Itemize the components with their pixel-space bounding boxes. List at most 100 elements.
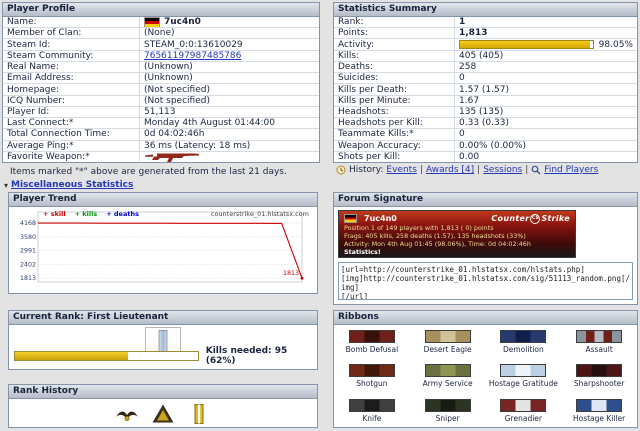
ribbon-item: Hostage Gratitude [486, 359, 562, 393]
player-profile-title: Player Profile [3, 3, 319, 17]
sessions-link[interactable]: Sessions [483, 165, 522, 175]
chart-title: counterstrike_01.hlstatsx.com [211, 210, 309, 218]
field-value: (Unknown) [139, 73, 319, 83]
field-value [139, 152, 319, 162]
table-row: Homepage: (Not specified) [3, 83, 319, 94]
field-value: 7uc4n0 [139, 17, 319, 27]
footnote: Items marked "*" above are generated fro… [10, 167, 287, 177]
field-value: (Not specified) [139, 84, 319, 94]
statistics-summary-title: Statistics Summary [334, 3, 637, 17]
ribbon-image [500, 330, 546, 343]
table-row: Steam Id: STEAM_0:0:13610029 [3, 38, 319, 49]
separator: | [420, 165, 423, 175]
ribbon-label: Hostage Killer [573, 414, 625, 423]
ribbon-item: Shotgun [334, 359, 410, 393]
table-row: Email Address: (Unknown) [3, 72, 319, 83]
chart-legend: + skill+ kills+ deaths [43, 210, 139, 218]
german-flag-icon [144, 17, 160, 27]
find-players-link[interactable]: Find Players [544, 165, 598, 175]
field-label: Favorite Weapon:* [3, 152, 139, 162]
current-rank-panel: Current Rank: First Lieutenant Kills nee… [8, 310, 318, 370]
separator: | [477, 165, 480, 175]
field-value: STEAM_0:0:13610029 [139, 39, 319, 49]
ribbon-item: Demolition [486, 325, 562, 359]
history-links-bar: History: Events | Awards [4] | Sessions … [336, 165, 598, 175]
table-row: Total Connection Time: 0d 04:02:46h [3, 128, 319, 139]
ribbons-title: Ribbons [334, 311, 637, 325]
statistics-table: Rank: 1 Points: 1,813 Activity: 98.05% K… [334, 17, 637, 162]
signature-line: Frags: 405 kills, 258 deaths (1.57), 135… [344, 232, 570, 240]
table-row: Activity: 98.05% [334, 38, 637, 49]
activity-progress-bar [459, 40, 594, 49]
kills-progress-bar [14, 351, 199, 361]
svg-text:1813: 1813 [20, 275, 36, 282]
signature-line: Position 1 of 149 players with 1,813 ( 0… [344, 224, 570, 232]
kills-needed-label: Kills needed: 95 (62%) [206, 346, 317, 366]
field-value: Monday 4th August 01:44:00 [139, 118, 319, 128]
legend-entry: + skill [43, 210, 66, 218]
table-row: Rank: 1 [334, 17, 637, 27]
field-label: Shots per Kill: [334, 152, 454, 162]
rank-history-badges [9, 399, 317, 428]
field-label: Steam Id: [3, 40, 139, 50]
ribbon-item: Desert Eagle [410, 325, 486, 359]
ribbon-image [425, 364, 471, 377]
steam-community-link[interactable]: 76561197987485786 [144, 51, 241, 61]
table-row: Kills per Death: 1.57 (1.57) [334, 83, 637, 94]
field-label: Weapon Accuracy: [334, 141, 454, 151]
rank-value: 1 [454, 17, 637, 27]
signature-line: Activity: Mon 4th Aug 01:45 (98.06%), Ti… [344, 240, 570, 248]
field-label: Kills: [334, 51, 454, 61]
miscellaneous-statistics-link[interactable]: Miscellaneous Statistics [11, 180, 133, 190]
svg-text:4168: 4168 [20, 220, 36, 227]
ribbon-image [576, 399, 622, 412]
events-link[interactable]: Events [386, 165, 416, 175]
field-label: Kills per Minute: [334, 96, 454, 106]
rank-badge-bar-icon [186, 401, 212, 427]
miscellaneous-statistics-toggle[interactable]: ▾ Miscellaneous Statistics [4, 180, 133, 190]
signature-image: 7uc4n0 Counter CS Strike Position 1 of 1… [338, 210, 576, 258]
activity-cell: 98.05% [454, 39, 637, 49]
signature-line: Statistics! [344, 248, 570, 256]
signature-player-name: 7uc4n0 [364, 214, 397, 223]
ribbon-item: Knife [334, 394, 410, 428]
field-label: ICQ Number: [3, 96, 139, 106]
player-profile-panel: Player Profile Name: 7uc4n0 Member of Cl… [2, 2, 320, 163]
rank-progress: Kills needed: 95 (62%) [14, 346, 317, 366]
field-label: Last Connect:* [3, 118, 139, 128]
table-row: Last Connect:* Monday 4th August 01:44:0… [3, 117, 319, 128]
forum-signature-panel: Forum Signature 7uc4n0 Counter CS Strike… [333, 192, 638, 305]
field-label: Teammate Kills:* [334, 129, 454, 139]
ribbon-item: Bomb Defusal [334, 325, 410, 359]
field-value: 36 ms (Latency: 18 ms) [139, 141, 319, 151]
table-row: Player Id: 51,113 [3, 106, 319, 117]
table-row: Average Ping:* 36 ms (Latency: 18 ms) [3, 140, 319, 151]
ribbon-item: Sniper [410, 394, 486, 428]
table-row: Teammate Kills:* 0 [334, 128, 637, 139]
table-row: Weapon Accuracy: 0.00% (0.00%) [334, 140, 637, 151]
ribbon-item: Assault [561, 325, 637, 359]
table-row: Member of Clan: (None) [3, 27, 319, 38]
table-row: Steam Community: 76561197987485786 [3, 50, 319, 61]
field-label: Real Name: [3, 62, 139, 72]
signature-bbcode-textarea[interactable]: [url=http://counterstrike_01.hlstatsx.co… [338, 262, 633, 300]
field-label: Member of Clan: [3, 28, 139, 38]
current-rank-body: Kills needed: 95 (62%) [9, 325, 317, 369]
field-label: Player Id: [3, 107, 139, 117]
field-value: 0 [454, 129, 637, 139]
field-label: Kills per Death: [334, 85, 454, 95]
logo-text-right: Strike [541, 214, 570, 223]
ribbon-label: Shotgun [356, 379, 387, 388]
field-label: Steam Community: [3, 51, 139, 61]
activity-progress-fill [460, 41, 590, 48]
awards-link[interactable]: Awards [4] [426, 165, 474, 175]
counter-strike-logo: Counter CS Strike [491, 214, 570, 224]
field-label: Headshots: [334, 107, 454, 117]
ribbon-label: Sharpshooter [574, 379, 624, 388]
field-value: 258 [454, 62, 637, 72]
ribbon-item: Sharpshooter [561, 359, 637, 393]
field-label: Deaths: [334, 62, 454, 72]
player-name: 7uc4n0 [164, 17, 201, 27]
ribbon-label: Knife [362, 414, 381, 423]
table-row: Headshots: 135 (135) [334, 106, 637, 117]
